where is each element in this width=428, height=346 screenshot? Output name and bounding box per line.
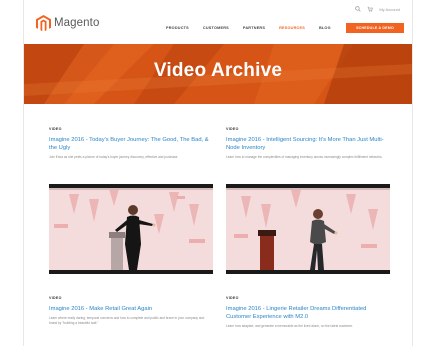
magento-logo-icon (36, 14, 51, 31)
speaker-photo (226, 184, 390, 274)
nav-products[interactable]: PRODUCTS (166, 26, 189, 30)
video-thumbnail[interactable] (49, 184, 213, 274)
card-description: Learn how to manage the complexities of … (226, 155, 383, 159)
logo-text: Magento (54, 17, 100, 29)
nav-resources[interactable]: RESOURCES (279, 26, 305, 30)
video-thumbnail[interactable] (226, 184, 390, 274)
thumb-border-bottom (226, 270, 390, 274)
card-description: Join Erica as she peels a picture of tod… (49, 155, 179, 159)
thumb-border-top (49, 184, 213, 188)
card-title-link[interactable]: Imagine 2016 - Make Retail Great Again (49, 305, 213, 313)
video-card[interactable]: VIDEO Imagine 2016 - Make Retail Great A… (49, 296, 213, 325)
hero-banner: Video Archive (24, 44, 412, 104)
page-title: Video Archive (153, 60, 283, 81)
video-card[interactable]: VIDEO Imagine 2016 - Lingerie Retailer D… (226, 296, 390, 329)
nav-blog[interactable]: BLOG (319, 26, 331, 30)
account-link[interactable]: My Account (379, 7, 400, 12)
video-card[interactable]: VIDEO Imagine 2016 - Intelligent Sourcin… (226, 127, 390, 160)
magento-logo[interactable]: Magento (36, 14, 116, 32)
card-description: Learn how adapted, and generate a memora… (226, 324, 353, 328)
thumb-border-bottom (49, 270, 213, 274)
utility-bar: My Account (355, 6, 400, 12)
search-icon[interactable] (355, 6, 361, 12)
cart-icon[interactable] (367, 6, 374, 12)
card-tag: VIDEO (49, 296, 62, 300)
browser-page: Magento My Account PRODUCTS CUSTOMERS PA… (24, 0, 412, 346)
card-title-link[interactable]: Imagine 2016 - Today's Buyer Journey: Th… (49, 136, 213, 152)
card-description: Learn where really daring, temporal conc… (49, 316, 205, 325)
speaker-photo (49, 184, 213, 274)
thumb-border-top (226, 184, 390, 188)
card-title-link[interactable]: Imagine 2016 - Lingerie Retailer Dreams … (226, 305, 390, 321)
nav-customers[interactable]: CUSTOMERS (203, 26, 229, 30)
card-title-link[interactable]: Imagine 2016 - Intelligent Sourcing: It'… (226, 136, 390, 152)
schedule-demo-button[interactable]: SCHEDULE A DEMO (346, 23, 404, 33)
video-card[interactable]: VIDEO Imagine 2016 - Today's Buyer Journ… (49, 127, 213, 160)
card-tag: VIDEO (226, 296, 239, 300)
card-tag: VIDEO (226, 127, 239, 131)
nav-partners[interactable]: PARTNERS (243, 26, 265, 30)
site-header: Magento My Account PRODUCTS CUSTOMERS PA… (24, 0, 412, 44)
card-tag: VIDEO (49, 127, 62, 131)
main-nav: PRODUCTS CUSTOMERS PARTNERS RESOURCES BL… (166, 26, 331, 30)
